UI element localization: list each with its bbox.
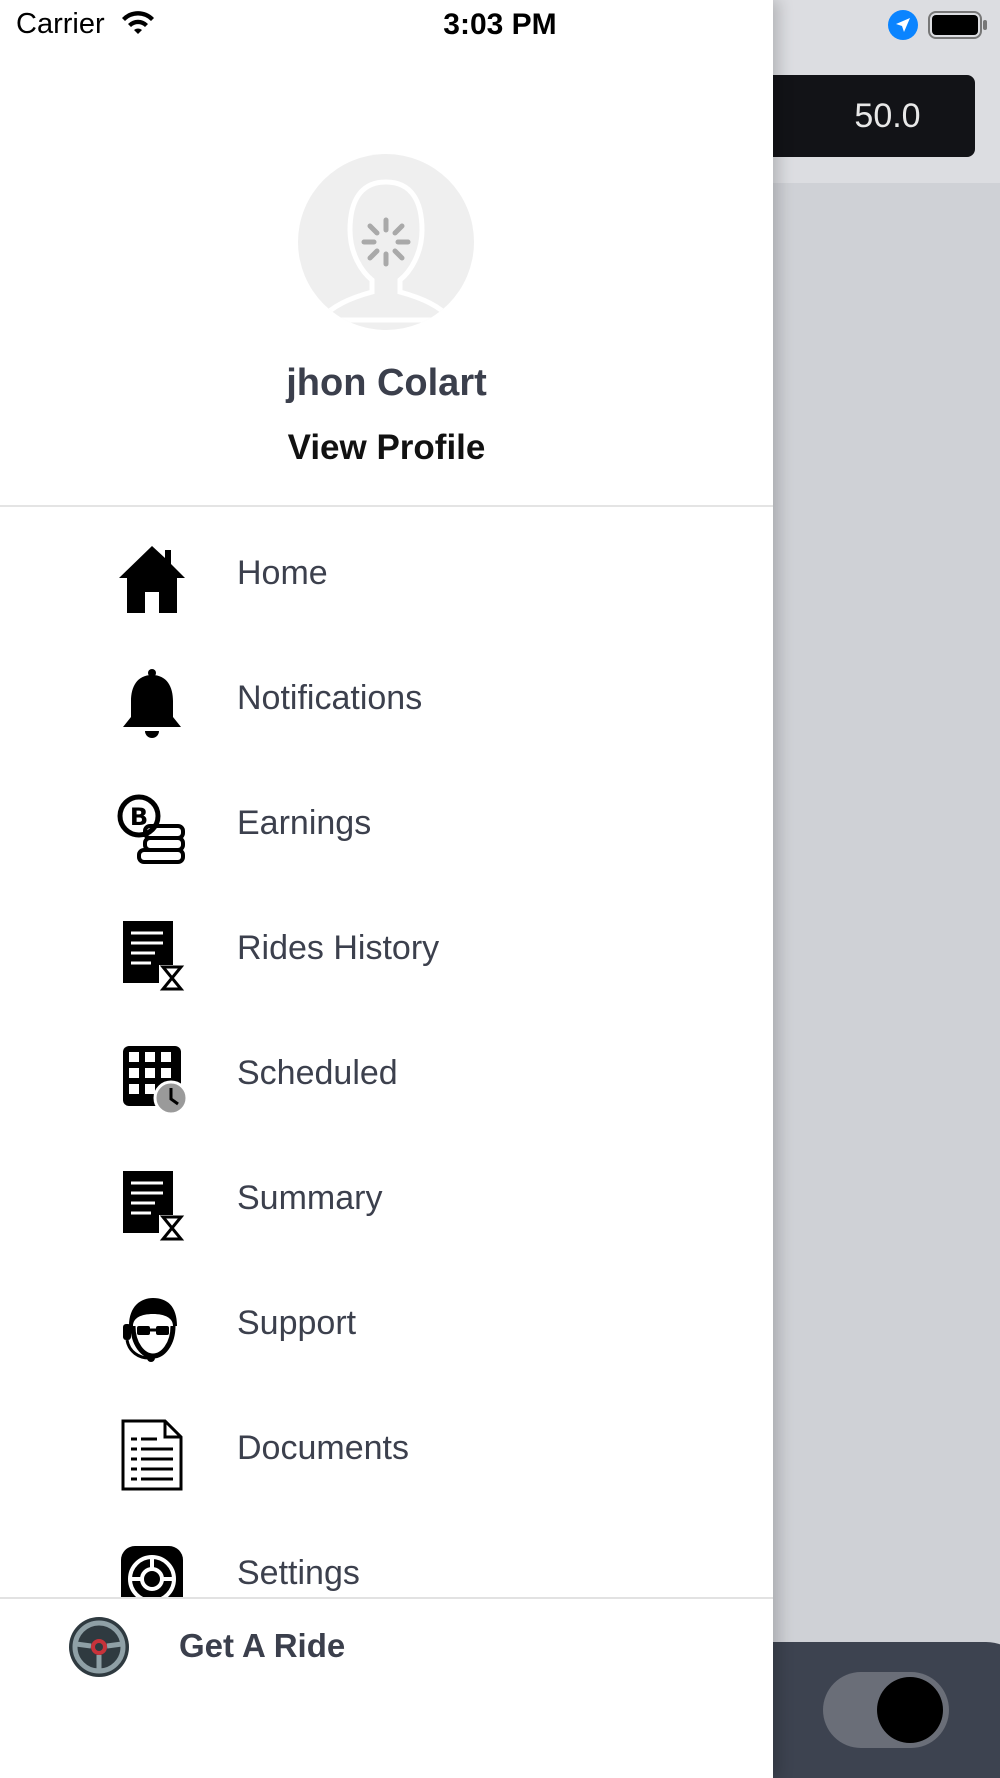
menu-item-label: Notifications <box>237 679 423 717</box>
menu-item-documents[interactable]: Documents <box>0 1397 773 1507</box>
menu-item-label: Settings <box>237 1554 360 1592</box>
settings-icon <box>121 1546 183 1597</box>
get-a-ride-button[interactable]: Get A Ride <box>0 1600 773 1695</box>
battery-icon <box>928 11 987 39</box>
get-a-ride-label: Get A Ride <box>179 1627 346 1664</box>
location-icon <box>888 10 918 40</box>
menu-item-support[interactable]: Support <box>0 1272 773 1382</box>
menu-item-label: Rides History <box>237 929 440 967</box>
documents-icon <box>121 1419 183 1491</box>
menu-item-label: Summary <box>237 1179 383 1217</box>
menu-item-scheduled[interactable]: Scheduled <box>0 1022 773 1132</box>
bell-icon <box>123 669 181 738</box>
toggle-knob <box>877 1677 943 1743</box>
menu-item-label: Home <box>237 554 328 592</box>
side-drawer: jhon Colart View Profile Home Notificati… <box>0 0 773 1778</box>
status-bar: Carrier 3:03 PM <box>0 0 1000 50</box>
avatar[interactable] <box>298 154 474 330</box>
drawer-menu: Home Notifications B Earnings Rides Hist… <box>0 522 773 1597</box>
menu-item-home[interactable]: Home <box>0 522 773 632</box>
background-value: 50.0 <box>854 96 921 135</box>
home-icon <box>119 546 185 613</box>
menu-item-label: Documents <box>237 1429 409 1467</box>
divider <box>0 1597 773 1599</box>
menu-item-label: Support <box>237 1304 357 1342</box>
menu-item-settings[interactable]: Settings <box>0 1522 773 1597</box>
online-toggle[interactable] <box>823 1672 949 1748</box>
status-time: 3:03 PM <box>443 8 557 41</box>
view-profile-link[interactable]: View Profile <box>0 428 773 468</box>
history-document-icon <box>123 921 185 991</box>
user-name: jhon Colart <box>286 362 487 404</box>
menu-item-earnings[interactable]: B Earnings <box>0 772 773 882</box>
divider <box>0 505 773 507</box>
steering-wheel-icon <box>69 1617 129 1677</box>
avatar-placeholder-icon <box>314 179 458 323</box>
calendar-clock-icon <box>123 1046 189 1116</box>
menu-item-summary[interactable]: Summary <box>0 1147 773 1257</box>
menu-item-rides-history[interactable]: Rides History <box>0 897 773 1007</box>
background-value-box[interactable]: 50.0 <box>740 75 975 157</box>
summary-document-icon <box>123 1171 185 1241</box>
menu-item-label: Earnings <box>237 804 372 842</box>
menu-item-label: Scheduled <box>237 1054 398 1092</box>
menu-item-notifications[interactable]: Notifications <box>0 647 773 757</box>
coins-icon: B <box>117 794 185 864</box>
support-agent-icon <box>123 1298 177 1362</box>
